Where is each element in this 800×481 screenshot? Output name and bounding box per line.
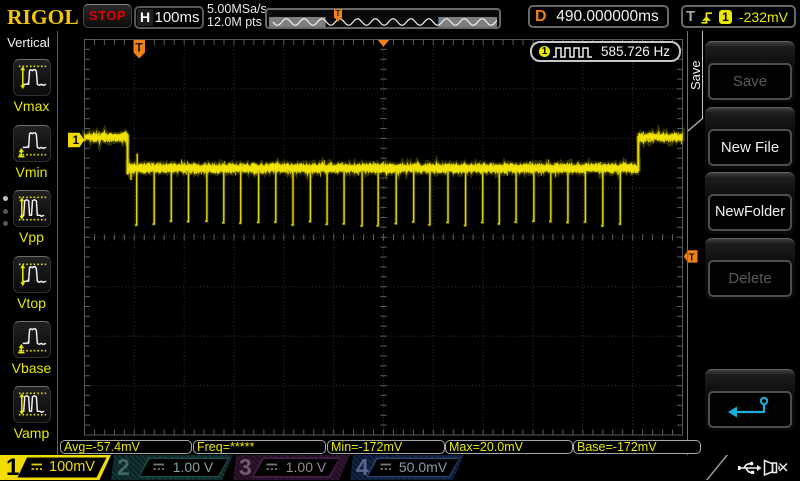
svg-text:1: 1 xyxy=(73,135,80,147)
svg-text:T: T xyxy=(135,41,143,55)
svg-text:T: T xyxy=(689,252,695,263)
